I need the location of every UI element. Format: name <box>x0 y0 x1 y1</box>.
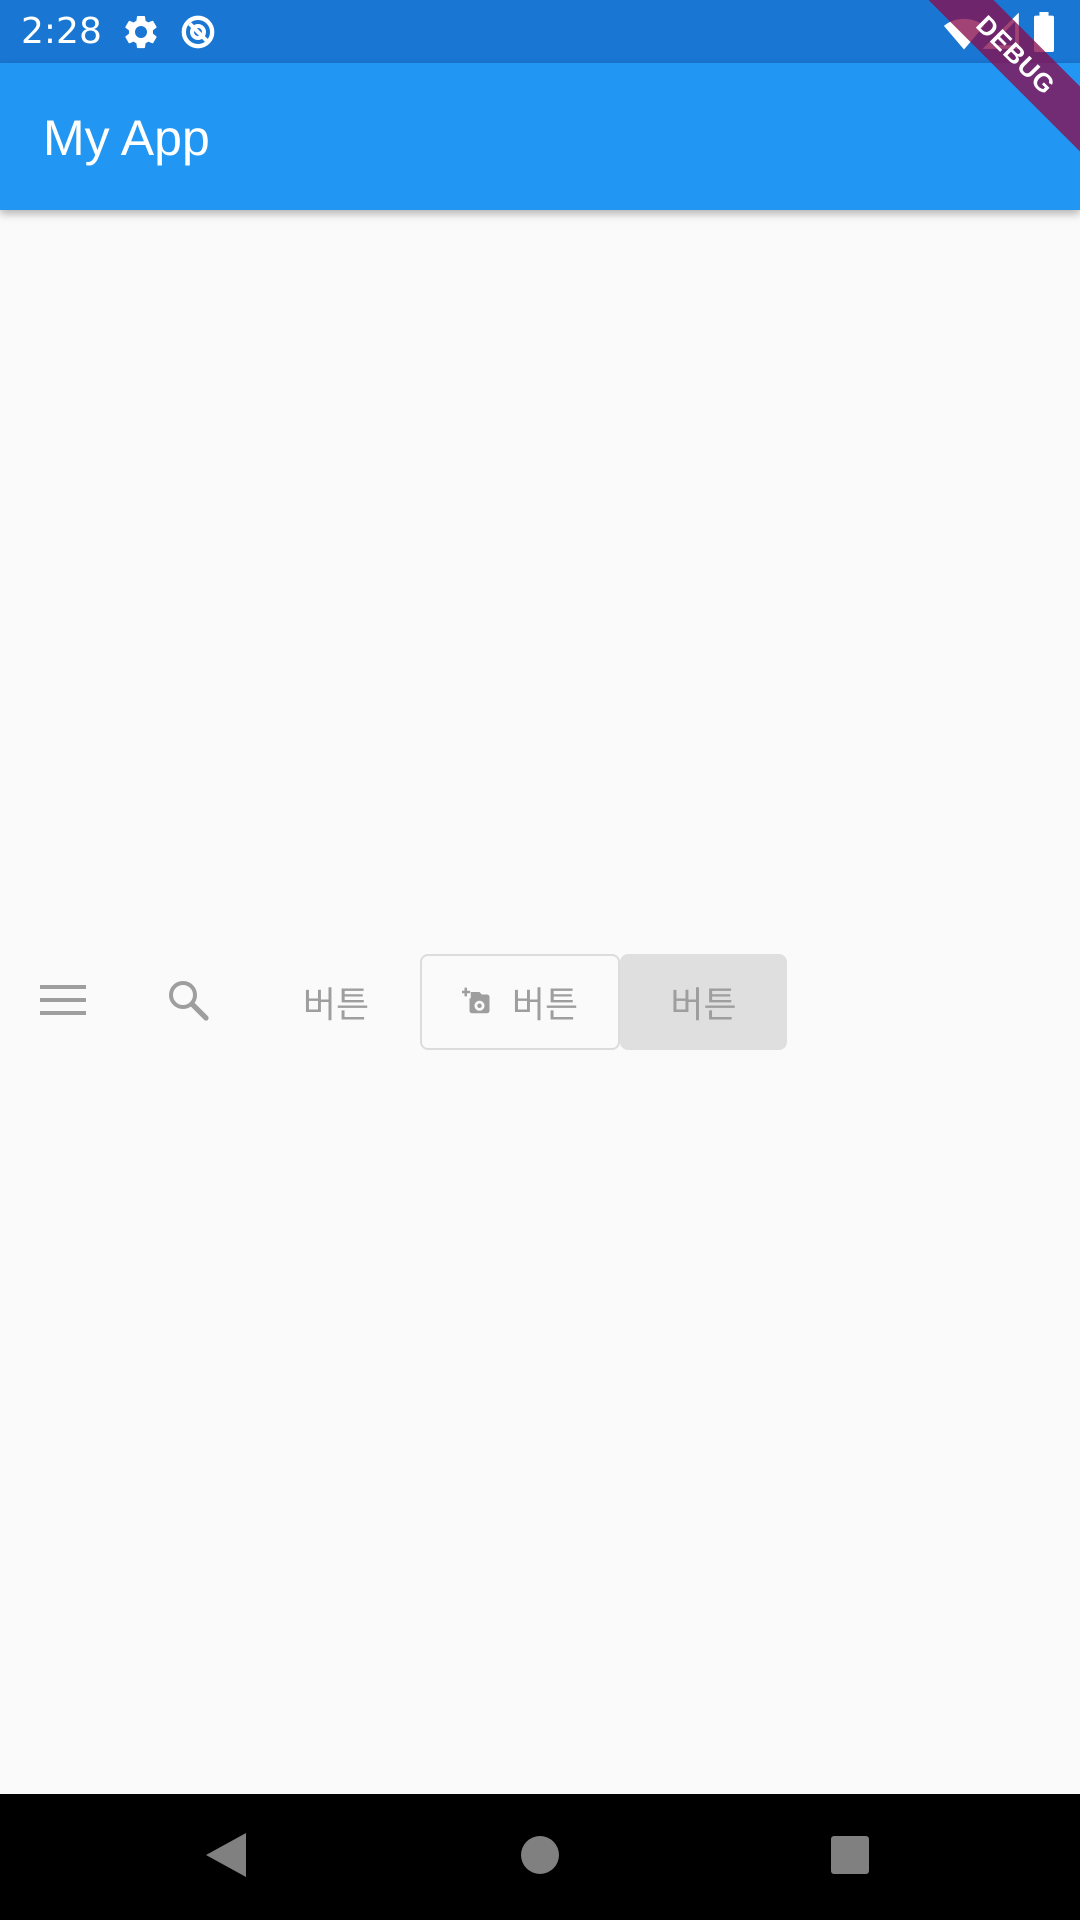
status-time: 2:28 <box>21 11 102 52</box>
outlined-button-label: 버튼 <box>511 985 579 1026</box>
search-button[interactable] <box>140 954 236 1050</box>
screen: 2:28 DEBUG My App 버튼 버튼 버튼 <box>0 0 1080 1920</box>
back-icon <box>204 1831 248 1883</box>
home-button[interactable] <box>510 1827 570 1887</box>
text-button[interactable]: 버튼 <box>283 954 389 1050</box>
recents-button[interactable] <box>820 1827 880 1887</box>
app-title: My App <box>43 110 210 166</box>
elevated-button-label: 버튼 <box>670 985 737 1026</box>
menu-button[interactable] <box>15 954 111 1050</box>
elevated-button[interactable]: 버튼 <box>620 954 787 1050</box>
app-bar: My App <box>0 63 1080 210</box>
gear-icon <box>121 12 161 52</box>
data-saver-icon <box>178 12 218 52</box>
outlined-icon-button[interactable]: 버튼 <box>420 954 620 1050</box>
back-button[interactable] <box>196 1827 256 1887</box>
menu-icon <box>39 982 87 1022</box>
status-bar: 2:28 <box>0 0 1080 63</box>
cell-signal-icon <box>982 12 1022 52</box>
home-icon <box>520 1835 560 1879</box>
battery-icon <box>1031 12 1057 52</box>
wifi-icon <box>943 12 985 52</box>
search-icon <box>164 976 212 1028</box>
navigation-bar <box>0 1794 1080 1920</box>
add-a-photo-icon <box>461 987 492 1017</box>
button-row: 버튼 버튼 버튼 <box>0 954 1080 1050</box>
recents-icon <box>830 1835 870 1879</box>
text-button-label: 버튼 <box>302 985 370 1026</box>
